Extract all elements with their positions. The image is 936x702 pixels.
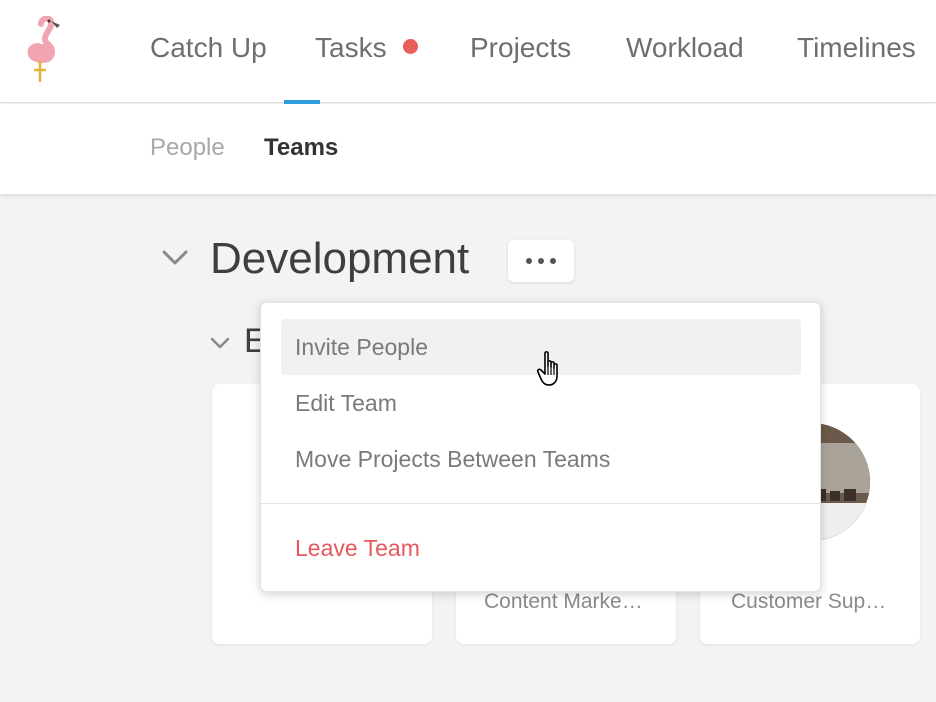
sub-navigation-bar: People Teams <box>0 104 936 194</box>
menu-item-leave-team[interactable]: Leave Team <box>281 520 801 576</box>
tab-teams[interactable]: Teams <box>264 134 338 162</box>
team-title: Development <box>210 234 470 283</box>
team-options-menu: Invite People Edit Team Move Projects Be… <box>260 302 821 592</box>
menu-divider <box>261 503 820 504</box>
more-dots-icon <box>550 258 556 264</box>
top-navigation-bar: Catch Up Tasks Projects Workload Timelin… <box>0 0 936 104</box>
nav-projects[interactable]: Projects <box>470 32 571 64</box>
notification-dot-icon <box>402 39 418 54</box>
nav-timelines[interactable]: Timelines <box>797 32 916 64</box>
nav-tasks-label: Tasks <box>315 32 387 63</box>
nav-tasks[interactable]: Tasks <box>315 32 418 64</box>
nav-timelines-label: Timelines <box>797 32 916 63</box>
nav-projects-label: Projects <box>470 32 572 63</box>
nav-catch-up[interactable]: Catch Up <box>150 32 267 64</box>
menu-item-move-projects[interactable]: Move Projects Between Teams <box>281 431 801 487</box>
more-dots-icon <box>526 258 532 264</box>
team-options-button[interactable] <box>508 240 574 282</box>
subgroup-chevron-icon[interactable] <box>209 334 231 352</box>
flamingo-logo-icon[interactable] <box>24 16 70 84</box>
menu-item-edit-team[interactable]: Edit Team <box>281 375 801 431</box>
member-role: Customer Sup… <box>731 590 887 613</box>
more-dots-icon <box>538 258 544 264</box>
collapse-chevron-icon[interactable] <box>160 246 190 270</box>
menu-item-invite-people[interactable]: Invite People <box>281 319 801 375</box>
nav-workload[interactable]: Workload <box>626 32 744 64</box>
tab-people[interactable]: People <box>150 134 225 162</box>
member-role: Content Marke… <box>484 590 643 613</box>
nav-catch-up-label: Catch Up <box>150 32 267 63</box>
nav-workload-label: Workload <box>626 32 744 63</box>
